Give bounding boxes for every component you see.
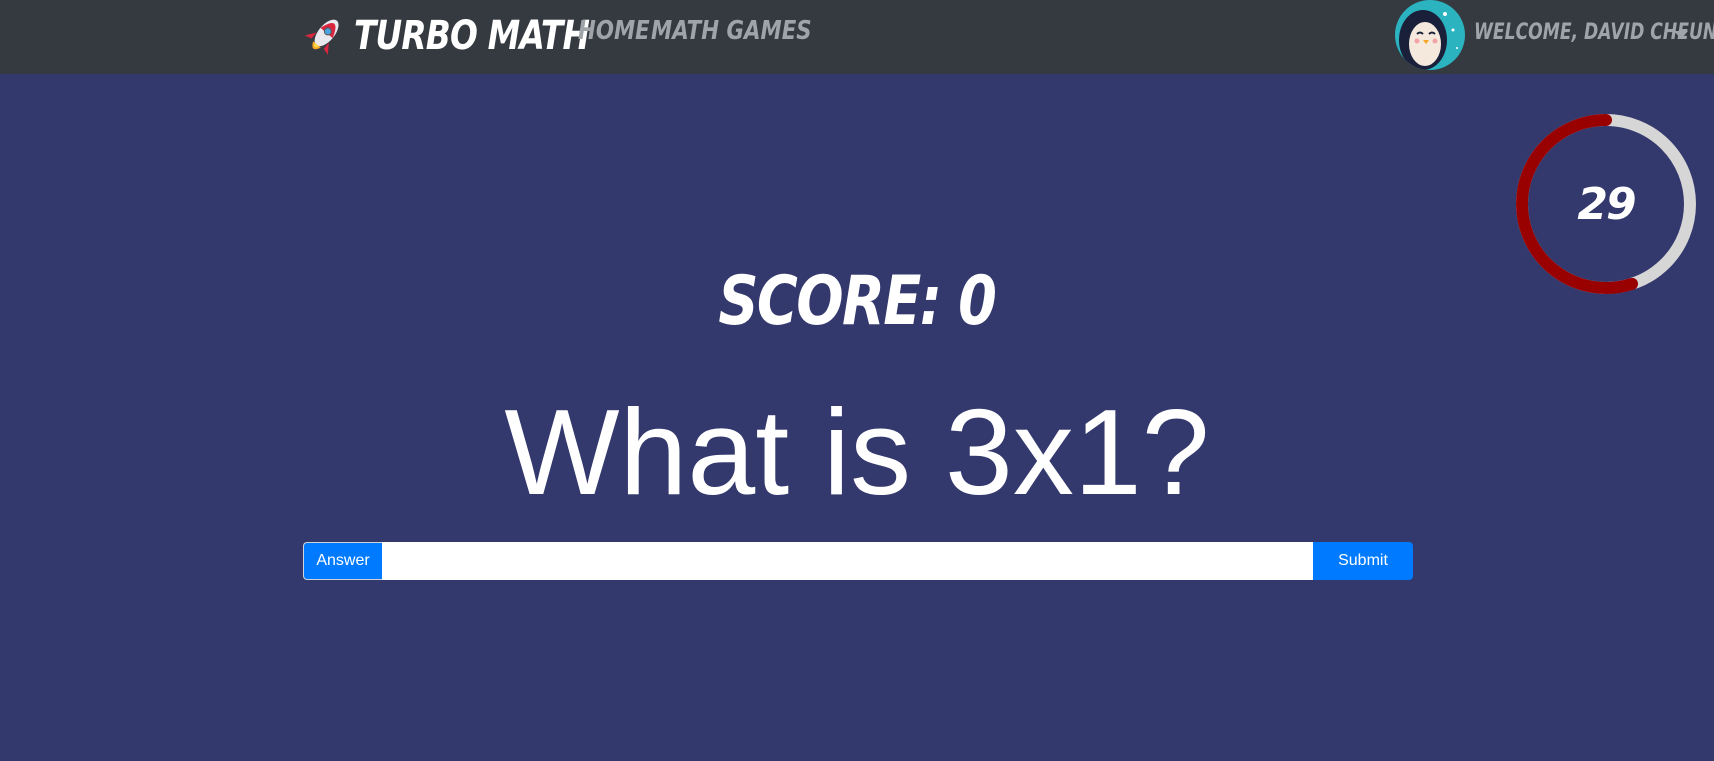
- score-display: Score: 0: [0, 262, 1714, 341]
- rocket-icon: [304, 19, 339, 55]
- user-menu-toggle[interactable]: Welcome, David Cheung: [1474, 20, 1714, 45]
- top-navbar: Turbo Math Home Math Games Welcome, Davi…: [0, 0, 1714, 74]
- answer-form: Answer Submit: [303, 542, 1413, 580]
- welcome-label: Welcome, David Cheung: [1474, 20, 1714, 45]
- answer-input[interactable]: [382, 542, 1313, 580]
- score-label: Score: 0: [718, 262, 998, 341]
- caret-down-icon[interactable]: [1674, 31, 1688, 39]
- penguin-avatar-icon: [1395, 0, 1465, 70]
- submit-button[interactable]: Submit: [1313, 542, 1413, 580]
- nav-home-link[interactable]: Home: [578, 16, 650, 46]
- user-avatar[interactable]: [1395, 0, 1465, 70]
- brand-title: Turbo Math: [354, 13, 590, 59]
- answer-prefix-label: Answer: [303, 542, 382, 580]
- question-text: What is 3x1?: [504, 384, 1210, 520]
- nav-math-games-link[interactable]: Math Games: [651, 16, 812, 46]
